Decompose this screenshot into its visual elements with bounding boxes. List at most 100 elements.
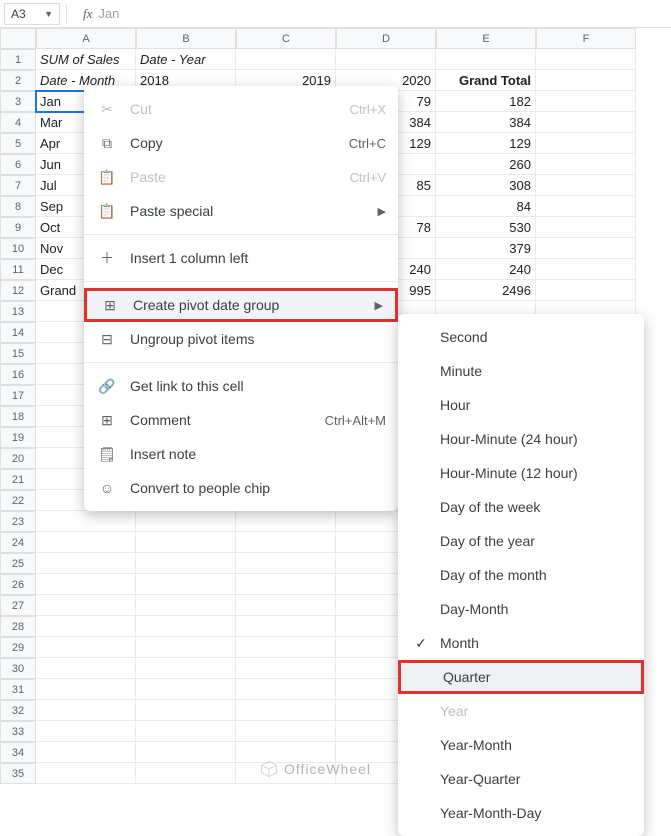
cell[interactable]: [136, 679, 236, 700]
row-header[interactable]: 10: [0, 238, 36, 259]
submenu-item-day-of-the-week[interactable]: Day of the week: [398, 490, 644, 524]
submenu-item-year-quarter[interactable]: Year-Quarter: [398, 762, 644, 796]
empty-cell[interactable]: [536, 196, 636, 217]
cell[interactable]: [136, 742, 236, 763]
row-header[interactable]: 15: [0, 343, 36, 364]
formula-value[interactable]: Jan: [98, 6, 119, 21]
cell[interactable]: [36, 721, 136, 742]
cell[interactable]: [236, 616, 336, 637]
row-header[interactable]: 21: [0, 469, 36, 490]
empty-cell[interactable]: [536, 154, 636, 175]
cell[interactable]: [236, 721, 336, 742]
cell[interactable]: [136, 574, 236, 595]
row-header[interactable]: 14: [0, 322, 36, 343]
row-header[interactable]: 22: [0, 490, 36, 511]
column-header[interactable]: F: [536, 28, 636, 49]
menu-paste[interactable]: 📋 Paste Ctrl+V: [84, 160, 398, 194]
row-header[interactable]: 31: [0, 679, 36, 700]
name-box[interactable]: A3 ▼: [4, 3, 60, 25]
pivot-label[interactable]: Date - Year: [136, 49, 236, 70]
row-header[interactable]: 1: [0, 49, 36, 70]
grand-total-cell[interactable]: 379: [436, 238, 536, 259]
cell[interactable]: [236, 679, 336, 700]
cell[interactable]: [36, 595, 136, 616]
menu-create-pivot-date-group[interactable]: ⊞ Create pivot date group ▶: [84, 288, 398, 322]
cell[interactable]: [136, 553, 236, 574]
menu-cut[interactable]: ✂ Cut Ctrl+X: [84, 92, 398, 126]
cell[interactable]: [536, 49, 636, 70]
submenu-item-quarter[interactable]: Quarter: [398, 660, 644, 694]
grand-total-cell[interactable]: 384: [436, 112, 536, 133]
cell[interactable]: [336, 49, 436, 70]
column-header[interactable]: A: [36, 28, 136, 49]
row-header[interactable]: 25: [0, 553, 36, 574]
menu-copy[interactable]: ⧉ Copy Ctrl+C: [84, 126, 398, 160]
submenu-item-month[interactable]: ✓Month: [398, 626, 644, 660]
submenu-item-second[interactable]: Second: [398, 320, 644, 354]
row-header[interactable]: 7: [0, 175, 36, 196]
cell[interactable]: [136, 637, 236, 658]
cell[interactable]: [36, 742, 136, 763]
grand-total-cell[interactable]: 240: [436, 259, 536, 280]
cell[interactable]: [136, 616, 236, 637]
row-header[interactable]: 19: [0, 427, 36, 448]
row-header[interactable]: 4: [0, 112, 36, 133]
cell[interactable]: [136, 700, 236, 721]
cell[interactable]: [236, 553, 336, 574]
cell[interactable]: [236, 574, 336, 595]
row-header[interactable]: 34: [0, 742, 36, 763]
cell[interactable]: [36, 553, 136, 574]
cell[interactable]: [236, 742, 336, 763]
menu-insert-note[interactable]: 🗒 Insert note: [84, 437, 398, 471]
cell[interactable]: [36, 616, 136, 637]
cell[interactable]: [236, 595, 336, 616]
cell[interactable]: [236, 763, 336, 784]
submenu-item-year-month[interactable]: Year-Month: [398, 728, 644, 762]
empty-cell[interactable]: [536, 91, 636, 112]
cell[interactable]: [136, 763, 236, 784]
column-header[interactable]: C: [236, 28, 336, 49]
row-header[interactable]: 33: [0, 721, 36, 742]
row-header[interactable]: 35: [0, 763, 36, 784]
row-header[interactable]: 17: [0, 385, 36, 406]
menu-get-link[interactable]: 🔗 Get link to this cell: [84, 369, 398, 403]
grand-total-header[interactable]: Grand Total: [436, 70, 536, 91]
grand-total-cell[interactable]: 84: [436, 196, 536, 217]
row-header[interactable]: 26: [0, 574, 36, 595]
cell[interactable]: [36, 637, 136, 658]
grand-total-cell[interactable]: 308: [436, 175, 536, 196]
empty-cell[interactable]: [536, 175, 636, 196]
cell[interactable]: [136, 532, 236, 553]
grand-total-cell[interactable]: 530: [436, 217, 536, 238]
empty-cell[interactable]: [536, 259, 636, 280]
empty-cell[interactable]: [536, 238, 636, 259]
empty-cell[interactable]: [536, 70, 636, 91]
cell[interactable]: [36, 511, 136, 532]
row-header[interactable]: 32: [0, 700, 36, 721]
pivot-label[interactable]: SUM of Sales: [36, 49, 136, 70]
row-header[interactable]: 27: [0, 595, 36, 616]
submenu-item-year[interactable]: Year: [398, 694, 644, 728]
cell[interactable]: [136, 511, 236, 532]
cell[interactable]: [236, 532, 336, 553]
submenu-item-minute[interactable]: Minute: [398, 354, 644, 388]
cell[interactable]: [136, 721, 236, 742]
menu-ungroup-pivot-items[interactable]: ⊟ Ungroup pivot items: [84, 322, 398, 356]
empty-cell[interactable]: [536, 112, 636, 133]
cell[interactable]: [36, 679, 136, 700]
column-header[interactable]: D: [336, 28, 436, 49]
row-header[interactable]: 24: [0, 532, 36, 553]
cell[interactable]: [536, 280, 636, 301]
submenu-item-hour-minute-12-hour-[interactable]: Hour-Minute (12 hour): [398, 456, 644, 490]
grand-total-value[interactable]: 2496: [436, 280, 536, 301]
cell[interactable]: [436, 49, 536, 70]
submenu-item-hour-minute-24-hour-[interactable]: Hour-Minute (24 hour): [398, 422, 644, 456]
cell[interactable]: [136, 658, 236, 679]
submenu-item-hour[interactable]: Hour: [398, 388, 644, 422]
row-header[interactable]: 12: [0, 280, 36, 301]
row-header[interactable]: 18: [0, 406, 36, 427]
grand-total-cell[interactable]: 129: [436, 133, 536, 154]
row-header[interactable]: 28: [0, 616, 36, 637]
row-header[interactable]: 3: [0, 91, 36, 112]
submenu-item-day-of-the-month[interactable]: Day of the month: [398, 558, 644, 592]
